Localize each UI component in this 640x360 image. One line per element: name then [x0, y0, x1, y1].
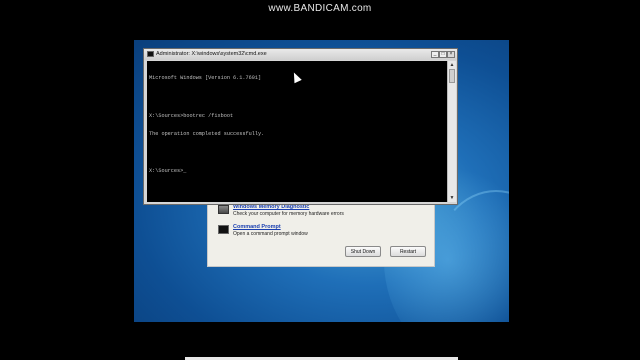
memory-diagnostic-option[interactable]: Windows Memory Diagnostic Check your com…: [218, 204, 344, 218]
minimize-button[interactable]: _: [431, 51, 439, 58]
maximize-button[interactable]: □: [439, 51, 447, 58]
cmd-titlebar[interactable]: Administrator: X:\windows\system32\cmd.e…: [144, 49, 457, 60]
cmd-title-icon: [147, 51, 154, 57]
cmd-window[interactable]: Administrator: X:\windows\system32\cmd.e…: [143, 48, 458, 205]
close-button[interactable]: ×: [447, 51, 455, 58]
console-line: X:\Sources>_: [149, 168, 187, 175]
cmd-window-title: Administrator: X:\windows\system32\cmd.e…: [156, 51, 267, 57]
memory-diagnostic-description: Check your computer for memory hardware …: [233, 211, 344, 217]
scroll-thumb[interactable]: [449, 69, 455, 83]
console-line: ​: [149, 94, 445, 100]
console-line: ​: [149, 150, 445, 156]
console-line: X:\Sources>bootrec /fixboot: [149, 112, 234, 119]
memory-chip-icon: [218, 205, 229, 214]
shutdown-button[interactable]: Shut Down: [345, 246, 381, 257]
command-prompt-link[interactable]: Command Prompt: [233, 224, 308, 231]
memory-diagnostic-link[interactable]: Windows Memory Diagnostic: [233, 204, 344, 211]
bandicam-watermark: www.BANDICAM.com: [268, 3, 372, 14]
restart-button[interactable]: Restart: [390, 246, 426, 257]
command-prompt-option[interactable]: Command Prompt Open a command prompt win…: [218, 224, 308, 238]
command-prompt-icon: [218, 225, 229, 234]
scroll-down-arrow-icon[interactable]: ▼: [449, 195, 455, 201]
scroll-up-arrow-icon[interactable]: ▲: [449, 62, 455, 68]
cmd-console-output[interactable]: Microsoft Windows [Version 6.1.7601] ​ X…: [147, 61, 447, 202]
vertical-scrollbar[interactable]: ▲ ▼: [447, 61, 456, 202]
console-line: The operation completed successfully.: [149, 131, 265, 138]
command-prompt-description: Open a command prompt window: [233, 231, 308, 237]
